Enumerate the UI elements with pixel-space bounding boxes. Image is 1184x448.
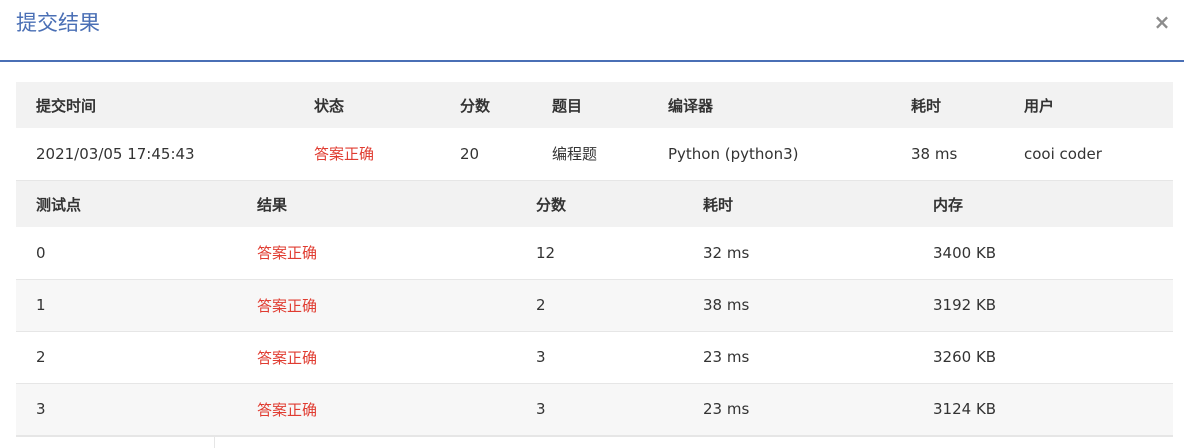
case-memory: 3400 KB bbox=[933, 243, 997, 262]
case-score: 3 bbox=[536, 348, 546, 366]
case-score: 3 bbox=[536, 400, 546, 418]
modal-header: 提交结果 × bbox=[0, 0, 1184, 62]
summary-header-score: 分数 bbox=[460, 96, 491, 115]
case-memory: 3192 KB bbox=[933, 296, 997, 314]
table-row: 2 答案正确 3 23 ms 3260 KB bbox=[16, 331, 1173, 383]
close-icon[interactable]: × bbox=[1150, 10, 1174, 34]
submit-status: 答案正确 bbox=[314, 145, 375, 164]
case-duration: 38 ms bbox=[703, 296, 750, 314]
case-result: 答案正确 bbox=[257, 348, 318, 367]
summary-header-compiler: 编译器 bbox=[668, 96, 714, 115]
table-row: 0 答案正确 12 32 ms 3400 KB bbox=[16, 227, 1173, 279]
submit-duration: 38 ms bbox=[911, 144, 958, 163]
submit-user[interactable]: cooi coder bbox=[1024, 128, 1173, 180]
table-row: 3 答案正确 3 23 ms 3124 KB bbox=[16, 383, 1173, 435]
submit-time: 2021/03/05 17:45:43 bbox=[36, 144, 195, 163]
case-id: 1 bbox=[36, 296, 46, 314]
summary-header-row: 提交时间 状态 分数 题目 编译器 耗时 用户 bbox=[16, 82, 1173, 128]
case-memory: 3260 KB bbox=[933, 348, 997, 366]
test-case-table: 测试点 结果 分数 耗时 内存 0 答案正确 12 32 ms 3400 KB … bbox=[16, 181, 1173, 436]
submit-score: 20 bbox=[460, 144, 480, 163]
cases-header-duration: 耗时 bbox=[703, 195, 734, 214]
summary-data-row: 2021/03/05 17:45:43 答案正确 20 编程题 Python (… bbox=[16, 128, 1173, 180]
case-result: 答案正确 bbox=[257, 400, 318, 419]
summary-header-time: 提交时间 bbox=[36, 96, 97, 115]
case-result: 答案正确 bbox=[257, 244, 318, 263]
case-duration: 32 ms bbox=[703, 243, 750, 262]
submit-compiler: Python (python3) bbox=[668, 144, 799, 163]
submit-problem[interactable]: 编程题 bbox=[552, 128, 668, 180]
cases-header-result: 结果 bbox=[257, 195, 288, 214]
summary-header-status: 状态 bbox=[314, 96, 345, 115]
case-id: 3 bbox=[36, 400, 46, 418]
case-score: 2 bbox=[536, 296, 546, 314]
case-result: 答案正确 bbox=[257, 296, 318, 315]
table-row: 1 答案正确 2 38 ms 3192 KB bbox=[16, 279, 1173, 331]
cases-header-score: 分数 bbox=[536, 195, 567, 214]
case-id: 2 bbox=[36, 348, 46, 366]
summary-header-user: 用户 bbox=[1024, 96, 1055, 115]
case-score: 12 bbox=[536, 243, 556, 262]
modal-title: 提交结果 bbox=[16, 11, 100, 35]
case-memory: 3124 KB bbox=[933, 400, 997, 418]
summary-header-problem: 题目 bbox=[552, 96, 583, 115]
case-id: 0 bbox=[36, 243, 46, 262]
submission-summary-table: 提交时间 状态 分数 题目 编译器 耗时 用户 2021/03/05 17:45… bbox=[16, 82, 1173, 181]
column-divider bbox=[214, 437, 215, 448]
cases-header-row: 测试点 结果 分数 耗时 内存 bbox=[16, 181, 1173, 227]
cases-header-memory: 内存 bbox=[933, 195, 964, 214]
summary-header-duration: 耗时 bbox=[911, 96, 942, 115]
case-duration: 23 ms bbox=[703, 400, 750, 418]
submission-result-modal: 提交结果 × 提交时间 状态 分数 题目 编译器 耗时 用户 2021/03/0… bbox=[0, 0, 1184, 448]
case-duration: 23 ms bbox=[703, 348, 750, 366]
table-bottom-edge bbox=[16, 436, 1173, 448]
cases-header-id: 测试点 bbox=[36, 195, 82, 214]
